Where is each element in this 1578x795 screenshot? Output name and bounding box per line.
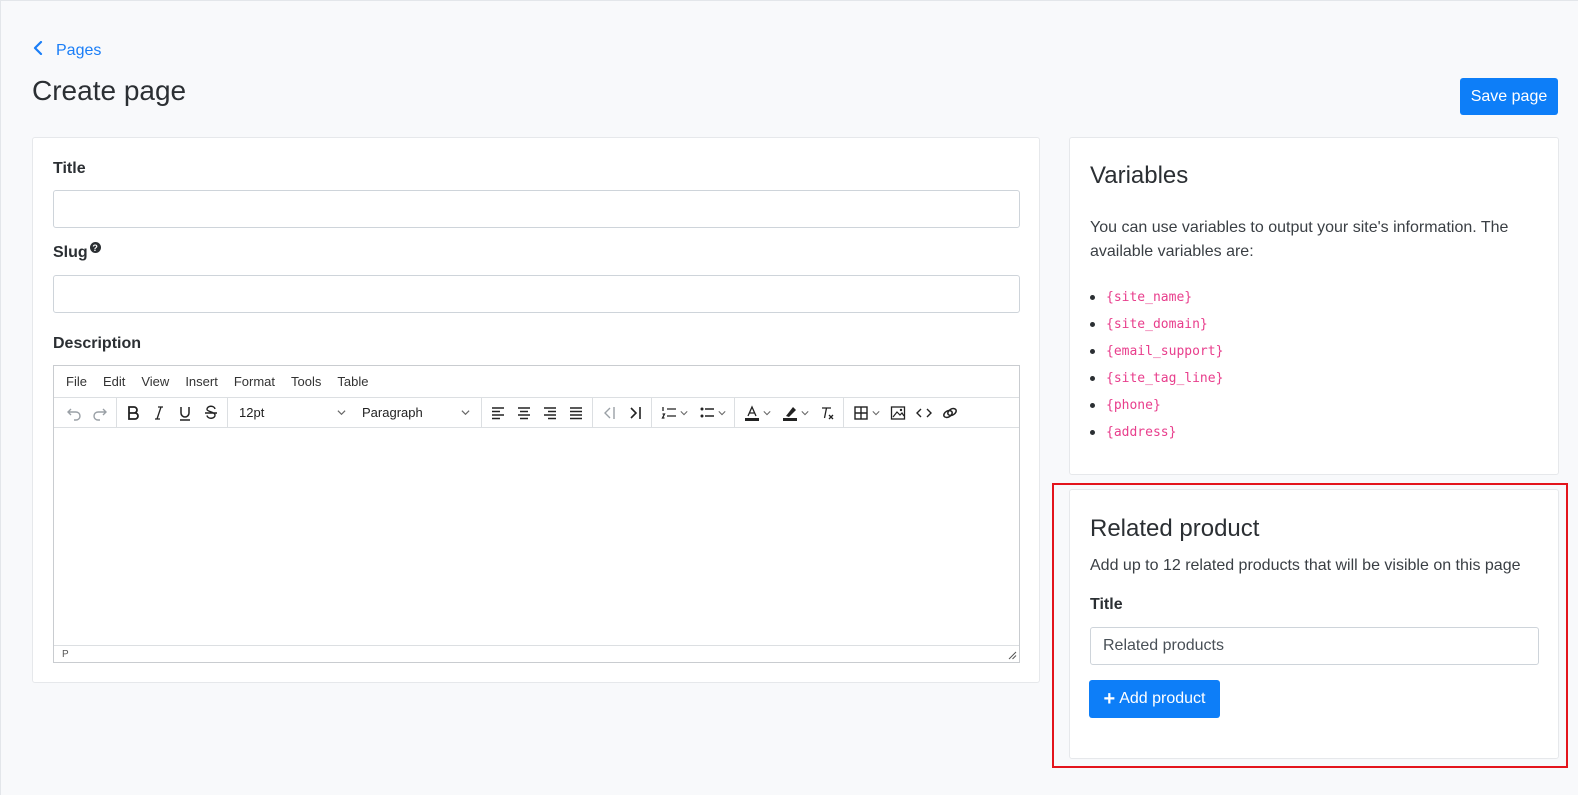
variables-title: Variables [1090,162,1189,189]
font-size-value: 12pt [239,405,265,420]
page-form-card: Title Slug? Description File Edit View I… [32,137,1040,683]
image-icon[interactable] [885,400,911,426]
chevron-down-icon [461,410,470,416]
italic-icon[interactable] [146,400,172,426]
menu-format[interactable]: Format [226,374,283,389]
format-group [117,398,228,427]
add-product-label: Add product [1119,690,1206,707]
chevron-down-icon [762,410,771,415]
list-item: {site_name} [1090,284,1223,311]
indent-group [593,398,652,427]
related-product-card: Related product Add up to 12 related pro… [1069,489,1559,759]
highlight-icon[interactable] [776,400,814,426]
save-page-button[interactable]: Save page [1460,78,1558,115]
color-group [735,398,844,427]
link-icon[interactable] [937,400,963,426]
related-title-label: Title [1090,596,1123,613]
chevron-down-icon [717,410,726,415]
chevron-left-icon [32,40,44,60]
block-format-select[interactable]: Paragraph [354,400,478,426]
align-center-icon[interactable] [511,400,537,426]
editor-menubar: File Edit View Insert Format Tools Table [54,366,1019,397]
description-label: Description [53,335,142,352]
variables-list: {site_name} {site_domain} {email_support… [1090,284,1223,446]
breadcrumb-pages-link[interactable]: Pages [56,42,101,60]
align-left-icon[interactable] [485,400,511,426]
align-justify-icon[interactable] [563,400,589,426]
editor-content-area[interactable] [54,428,1019,645]
chevron-down-icon [800,410,809,415]
menu-view[interactable]: View [133,374,177,389]
menu-tools[interactable]: Tools [283,374,329,389]
rich-text-editor: File Edit View Insert Format Tools Table… [53,365,1020,663]
indent-icon[interactable] [622,400,648,426]
underline-icon[interactable] [172,400,198,426]
text-color-icon[interactable] [738,400,776,426]
outdent-icon[interactable] [596,400,622,426]
editor-statusbar: P [54,645,1019,662]
menu-edit[interactable]: Edit [95,374,133,389]
page-title: Create page [32,75,187,106]
editor-toolbar: 12pt Paragraph [54,397,1019,428]
list-item: {email_support} [1090,338,1223,365]
slug-input[interactable] [53,275,1020,313]
title-label: Title [53,160,86,177]
align-right-icon[interactable] [537,400,563,426]
menu-insert[interactable]: Insert [177,374,226,389]
list-item: {site_tag_line} [1090,365,1223,392]
align-group [482,398,593,427]
element-path[interactable]: P [62,649,69,660]
redo-icon[interactable] [87,400,113,426]
variables-description: You can use variables to output your sit… [1090,219,1509,260]
breadcrumb[interactable]: Pages [32,40,101,60]
chevron-down-icon [871,410,880,415]
bullet-list-icon[interactable] [693,400,731,426]
list-item: {site_domain} [1090,311,1223,338]
table-icon[interactable] [847,400,885,426]
menu-file[interactable]: File [58,374,95,389]
font-size-select[interactable]: 12pt [231,400,354,426]
insert-group [844,398,966,427]
code-icon[interactable] [911,400,937,426]
numbered-list-icon[interactable] [655,400,693,426]
related-title-input[interactable] [1090,627,1539,665]
clear-format-icon[interactable] [814,400,840,426]
font-group: 12pt Paragraph [228,398,482,427]
related-product-description: Add up to 12 related products that will … [1090,557,1521,574]
plus-icon: + [1103,688,1116,710]
history-group [58,398,117,427]
chevron-down-icon [679,410,688,415]
list-group [652,398,735,427]
list-item: {phone} [1090,392,1223,419]
slug-label-group: Slug? [53,242,101,262]
slug-label: Slug [53,244,88,261]
list-item: {address} [1090,419,1223,446]
related-product-title: Related product [1090,515,1260,542]
bold-icon[interactable] [120,400,146,426]
title-input[interactable] [53,190,1020,228]
variables-card: Variables You can use variables to outpu… [1069,137,1559,475]
block-format-value: Paragraph [362,405,423,420]
chevron-down-icon [337,410,346,416]
add-product-button[interactable]: + Add product [1089,680,1220,718]
undo-icon[interactable] [61,400,87,426]
strikethrough-icon[interactable] [198,400,224,426]
help-icon[interactable]: ? [89,242,101,253]
menu-table[interactable]: Table [329,374,376,389]
resize-handle-icon[interactable] [1008,651,1017,660]
